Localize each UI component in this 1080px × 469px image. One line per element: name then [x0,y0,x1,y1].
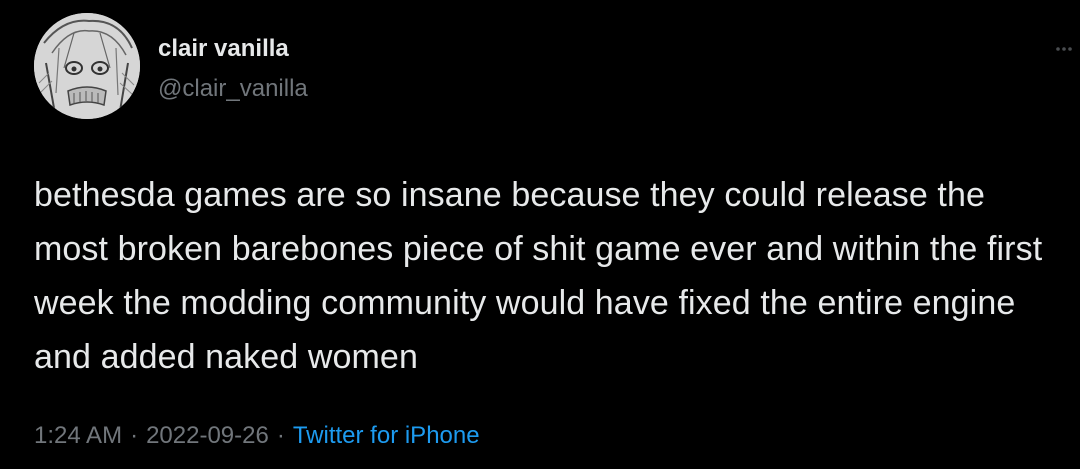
tweet-meta: 1:24 AM · 2022-09-26 · Twitter for iPhone [34,420,480,452]
tweet: clair vanilla @clair_vanilla bethesda ga… [0,0,1080,469]
tweet-time[interactable]: 1:24 AM [34,422,122,449]
avatar[interactable] [34,13,140,119]
tweet-source-link[interactable]: Twitter for iPhone [293,422,480,449]
tweet-date[interactable]: 2022-09-26 [146,422,269,449]
ellipsis-icon[interactable] [1054,39,1078,59]
author-display-name[interactable]: clair vanilla [158,34,289,64]
author-handle[interactable]: @clair_vanilla [158,74,308,104]
avatar-image [34,13,140,119]
tweet-text: bethesda games are so insane because the… [34,176,1043,376]
meta-separator: · [130,422,139,449]
meta-separator: · [276,422,285,449]
